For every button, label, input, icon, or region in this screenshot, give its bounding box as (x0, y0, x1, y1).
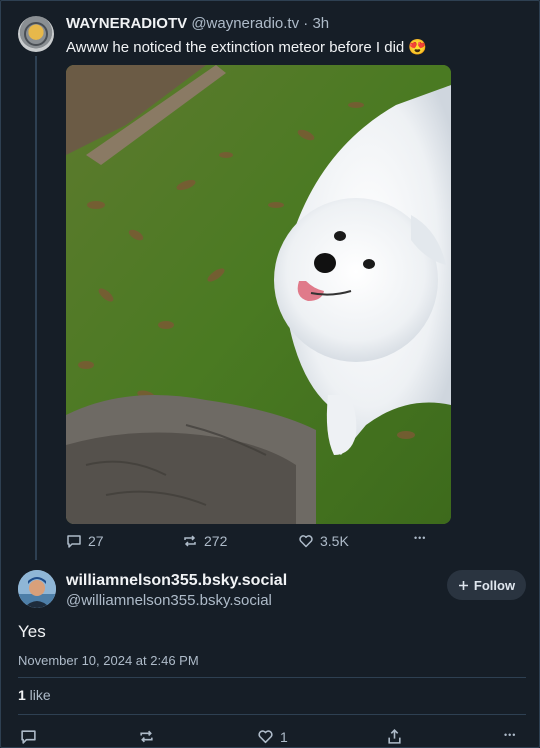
reply-actions: 1 ••• (0, 726, 540, 748)
share-icon (388, 728, 401, 744)
reply-action[interactable]: 27 (66, 533, 104, 549)
repost-action[interactable] (138, 728, 155, 745)
post-actions: 27 272 3.5K ••• (66, 533, 436, 553)
follow-button[interactable]: Follow (447, 570, 526, 600)
thread-connector-line (35, 56, 37, 560)
post-time[interactable]: 3h (312, 15, 329, 32)
heart-icon (258, 730, 273, 744)
avatar-photo-icon (18, 570, 56, 608)
reply-author-avatar[interactable] (18, 570, 56, 608)
repost-action[interactable]: 272 (182, 533, 227, 549)
post-text: Awww he noticed the extinction meteor be… (66, 39, 428, 56)
repost-icon (140, 730, 153, 743)
post-image[interactable] (66, 65, 451, 524)
reply-icon (67, 535, 81, 548)
more-options-button[interactable]: ••• (414, 533, 426, 543)
reply-author-display-name[interactable]: williamnelson355.bsky.social (66, 572, 287, 590)
author-avatar[interactable] (18, 16, 54, 52)
plus-icon (458, 580, 468, 590)
divider (18, 714, 526, 715)
like-count: 1 (280, 728, 288, 745)
reply-text: Yes (18, 622, 46, 641)
header-separator: · (299, 15, 313, 32)
likes-summary-label: like (25, 687, 51, 703)
more-icon: ••• (414, 533, 427, 543)
reply-timestamp: November 10, 2024 at 2:46 PM (18, 653, 199, 668)
heart-icon (299, 535, 313, 548)
dog-photo-illustration (66, 65, 451, 524)
share-action[interactable] (386, 728, 403, 745)
like-count: 3.5K (320, 533, 349, 549)
reply-action[interactable] (20, 728, 37, 745)
post-header: WAYNERADIOTV @wayneradio.tv · 3h (66, 15, 329, 32)
reply-author-handle[interactable]: @williamnelson355.bsky.social (66, 592, 272, 609)
repost-count: 272 (204, 533, 228, 549)
like-action[interactable]: 1 (257, 728, 288, 745)
reply-icon (21, 730, 36, 744)
more-icon: ••• (504, 730, 517, 740)
like-action[interactable]: 3.5K (298, 533, 349, 549)
likes-summary[interactable]: 1 like (18, 687, 51, 703)
reply-count: 27 (88, 533, 104, 549)
likes-summary-count: 1 (18, 687, 26, 703)
more-options-button[interactable]: ••• (504, 730, 516, 740)
follow-label: Follow (473, 577, 516, 593)
author-display-name[interactable]: WAYNERADIOTV (66, 15, 187, 32)
divider (18, 677, 526, 678)
author-handle[interactable]: @wayneradio.tv (191, 15, 299, 32)
repost-icon (184, 535, 196, 547)
